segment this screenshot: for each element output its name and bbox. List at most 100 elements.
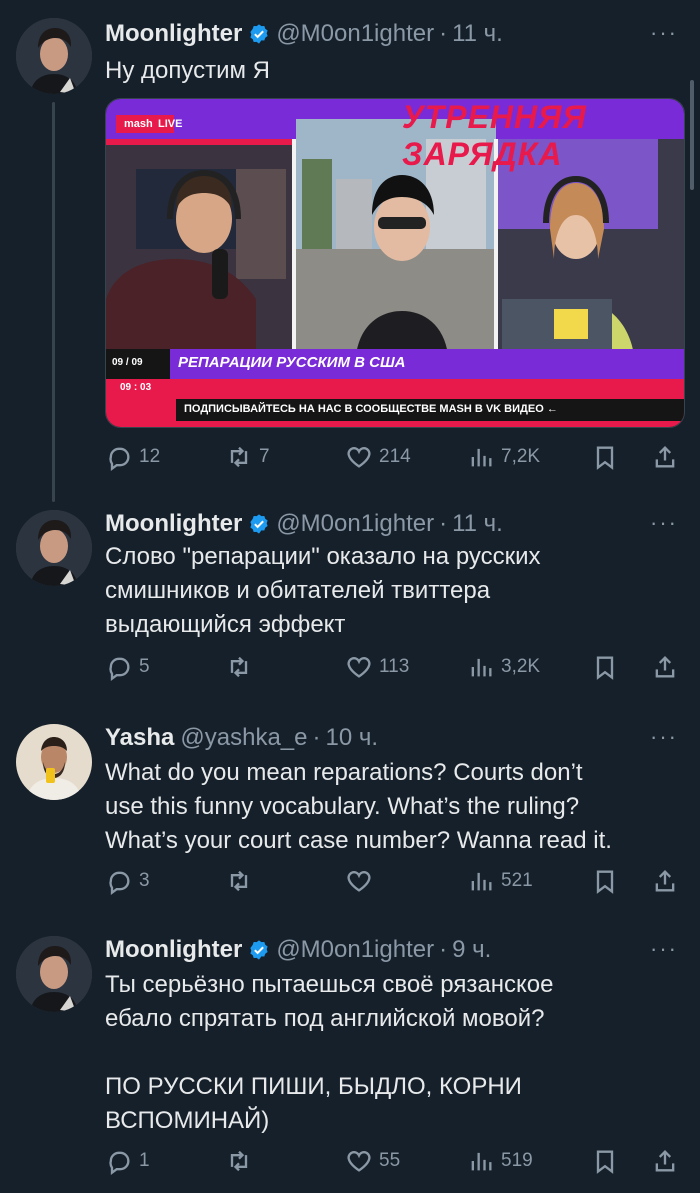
reply-button[interactable]: 3 [105, 864, 150, 898]
like-button[interactable]: 55 [345, 1144, 400, 1178]
views-button[interactable]: 521 [467, 864, 533, 898]
tweet-text: What do you mean reparations? Courts don… [105, 759, 612, 854]
views-button[interactable]: 3,2K [467, 650, 540, 684]
views-button[interactable]: 7,2K [467, 440, 540, 474]
reply-icon [105, 867, 133, 895]
handle[interactable]: @M0on1ighter [276, 510, 434, 538]
retweet-button[interactable]: 7 [225, 440, 270, 474]
bookmark-icon [591, 867, 619, 895]
separator: · [439, 510, 448, 537]
views-count: 519 [501, 1150, 533, 1171]
retweet-icon [225, 1147, 253, 1175]
separator: · [312, 724, 321, 751]
handle[interactable]: @yashka_e [180, 724, 307, 752]
timestamp[interactable]: 11 ч. [452, 510, 503, 538]
tweet-2[interactable]: Moonlighter @M0on1ighter · 11 ч. ··· Сло… [0, 504, 700, 694]
bookmark-button[interactable] [591, 864, 619, 898]
share-button[interactable] [651, 864, 679, 898]
tweet-3[interactable]: Yasha @yashka_e · 10 ч. ··· What do you … [0, 718, 700, 908]
bookmark-button[interactable] [591, 1144, 619, 1178]
tweet-4[interactable]: Moonlighter @M0on1ighter · 9 ч. ··· Ты с… [0, 930, 700, 1193]
views-icon [467, 443, 495, 471]
tweet-actions: 5 113 3,2K [105, 650, 685, 684]
display-name[interactable]: Moonlighter [105, 510, 242, 538]
views-icon [467, 1147, 495, 1175]
bookmark-icon [591, 1147, 619, 1175]
bookmark-button[interactable] [591, 440, 619, 474]
verified-icon [248, 513, 270, 535]
avatar[interactable] [16, 18, 92, 94]
reply-button[interactable]: 1 [105, 1144, 150, 1178]
like-count: 55 [379, 1150, 401, 1171]
like-count: 214 [379, 446, 411, 467]
display-name[interactable]: Moonlighter [105, 20, 242, 48]
more-options-icon[interactable]: ··· [650, 936, 678, 962]
retweet-count: 7 [259, 446, 270, 467]
tweet-text: Ну допустим Я [105, 57, 270, 84]
like-icon [345, 1147, 373, 1175]
tweet-actions: 3 521 [105, 864, 685, 898]
separator: · [439, 20, 448, 47]
reply-count: 5 [139, 656, 150, 677]
tweet-media[interactable]: mash LIVE УТРЕННЯЯ ЗАРЯДКА 09 / 09 РЕПАР… [105, 98, 685, 428]
handle[interactable]: @M0on1ighter [276, 20, 434, 48]
reply-count: 12 [139, 446, 161, 467]
views-count: 3,2K [501, 656, 541, 677]
media-live-badge: LIVE [158, 118, 183, 130]
timestamp[interactable]: 10 ч. [326, 724, 379, 752]
like-button[interactable] [345, 864, 379, 898]
views-icon [467, 867, 495, 895]
share-button[interactable] [651, 1144, 679, 1178]
timestamp[interactable]: 9 ч. [452, 936, 491, 964]
views-button[interactable]: 519 [467, 1144, 533, 1178]
like-button[interactable]: 214 [345, 440, 411, 474]
display-name[interactable]: Yasha [105, 724, 174, 752]
like-button[interactable]: 113 [345, 650, 409, 684]
share-button[interactable] [651, 440, 679, 474]
display-name[interactable]: Moonlighter [105, 936, 242, 964]
thread-line [52, 102, 55, 502]
retweet-icon [225, 653, 253, 681]
retweet-button[interactable] [225, 650, 259, 684]
avatar[interactable] [16, 724, 92, 800]
tweet-actions: 1 55 519 [105, 1144, 685, 1178]
media-show-title: УТРЕННЯЯ ЗАРЯДКА [402, 99, 587, 172]
share-icon [651, 867, 679, 895]
tweet-header: Moonlighter @M0on1ighter · 11 ч. [105, 504, 503, 544]
avatar[interactable] [16, 510, 92, 586]
retweet-button[interactable] [225, 864, 259, 898]
retweet-button[interactable] [225, 1144, 259, 1178]
bookmark-icon [591, 653, 619, 681]
media-date-1: 09 / 09 [112, 357, 143, 368]
share-button[interactable] [651, 650, 679, 684]
tweet-header: Moonlighter @M0on1ighter · 11 ч. [105, 14, 503, 54]
media-headline: РЕПАРАЦИИ РУССКИМ В США [178, 354, 406, 371]
handle[interactable]: @M0on1ighter [276, 936, 434, 964]
more-options-icon[interactable]: ··· [650, 20, 678, 46]
avatar[interactable] [16, 936, 92, 1012]
bookmark-button[interactable] [591, 650, 619, 684]
share-icon [651, 653, 679, 681]
reply-icon [105, 443, 133, 471]
retweet-icon [225, 867, 253, 895]
tweet-1[interactable]: Moonlighter @M0on1ighter · 11 ч. ··· Ну … [0, 14, 700, 502]
media-ticker: ПОДПИСЫВАЙТЕСЬ НА НАС В СООБЩЕСТВЕ MASH … [184, 403, 558, 415]
more-options-icon[interactable]: ··· [650, 510, 678, 536]
reply-icon [105, 1147, 133, 1175]
verified-icon [248, 939, 270, 961]
like-icon [345, 653, 373, 681]
views-icon [467, 653, 495, 681]
media-brand: mash [124, 118, 153, 130]
views-count: 7,2K [501, 446, 541, 467]
reply-button[interactable]: 5 [105, 650, 150, 684]
tweet-actions: 12 7 214 7,2K [105, 440, 685, 474]
timestamp[interactable]: 11 ч. [452, 20, 503, 48]
like-count: 113 [379, 656, 410, 677]
bookmark-icon [591, 443, 619, 471]
reply-button[interactable]: 12 [105, 440, 160, 474]
share-icon [651, 1147, 679, 1175]
reply-count: 1 [139, 1150, 150, 1171]
like-icon [345, 867, 373, 895]
share-icon [651, 443, 679, 471]
more-options-icon[interactable]: ··· [650, 724, 678, 750]
